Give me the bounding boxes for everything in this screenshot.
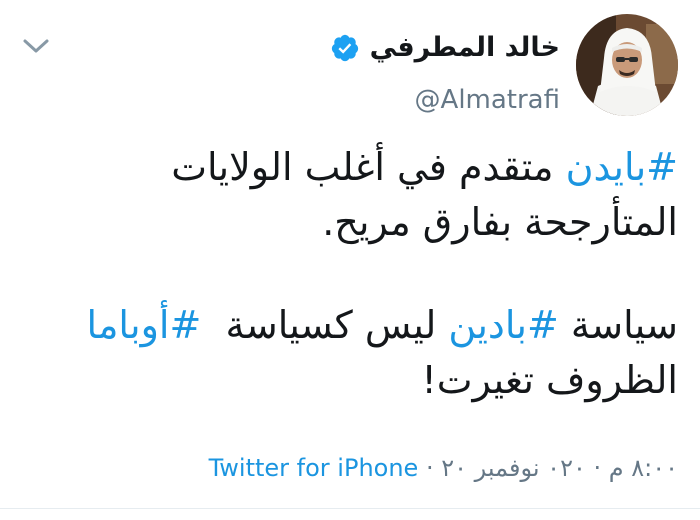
tweet-card: خالد المطرفي @Almatrafi #بايدن متقدم في … xyxy=(0,0,700,520)
avatar-photo-icon xyxy=(576,14,678,116)
tweet-meta: ٨:٠٠ م · ٠٢٠ نوفمبر ٢٠ · Twitter for iPh… xyxy=(209,450,678,486)
tweet-text: #بايدن متقدم في أغلب الولايات المتأرجحة … xyxy=(22,140,678,408)
meta-separator: · xyxy=(418,454,442,482)
tweet-text-segment: الظروف تغيرت! xyxy=(421,358,678,402)
tweet-time[interactable]: ٨:٠٠ م xyxy=(609,454,678,482)
author-handle[interactable]: @Almatrafi xyxy=(415,82,560,118)
tweet-source-link[interactable]: Twitter for iPhone xyxy=(209,454,419,482)
verified-badge-icon xyxy=(331,34,358,62)
author-avatar[interactable] xyxy=(576,14,678,116)
hashtag-link[interactable]: #بايدن xyxy=(566,145,678,189)
tweet-paragraph-1: #بايدن متقدم في أغلب الولايات المتأرجحة … xyxy=(22,140,678,250)
hashtag-link[interactable]: #أوباما xyxy=(86,303,201,347)
tweet-text-segment: سياسة xyxy=(558,303,678,347)
tweet-header: خالد المطرفي @Almatrafi xyxy=(0,14,700,124)
tweet-text-segment: ليس كسياسة xyxy=(201,303,449,347)
tweet-date[interactable]: ٠٢٠ نوفمبر ٢٠ xyxy=(441,454,586,482)
tweet-text-segment: المتأرجحة بفارق مريح. xyxy=(322,200,678,244)
divider xyxy=(0,508,700,509)
tweet-paragraph-2: سياسة #بادين ليس كسياسة #أوباما الظروف ت… xyxy=(22,298,678,408)
chevron-down-icon[interactable] xyxy=(22,36,50,56)
tweet-text-segment: متقدم في أغلب الولايات xyxy=(171,145,566,189)
author-name-row[interactable]: خالد المطرفي xyxy=(330,26,560,70)
author-display-name[interactable]: خالد المطرفي xyxy=(370,28,560,68)
meta-separator: · xyxy=(585,454,609,482)
hashtag-link[interactable]: #بادين xyxy=(448,303,558,347)
